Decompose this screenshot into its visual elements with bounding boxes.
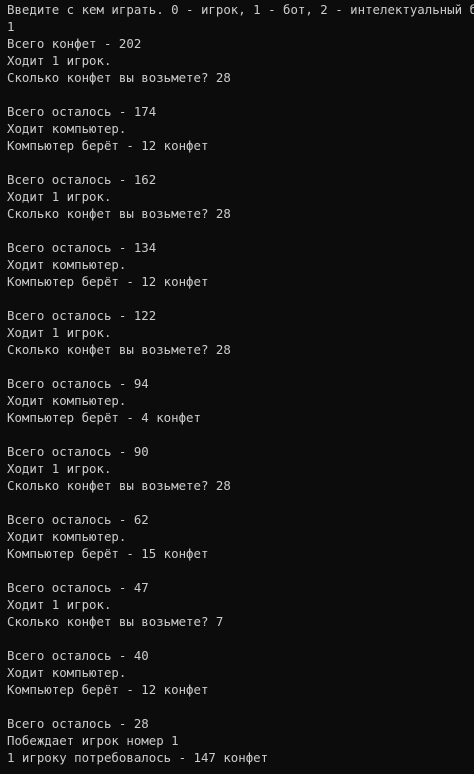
console-line: Сколько конфет вы возьмете? 28 [7,70,231,85]
console-line: Всего осталось - 122 [7,308,157,323]
console-line: Компьютер берёт - 4 конфет [7,410,201,425]
console-line: Всего осталось - 28 [7,716,149,731]
console-line: Ходит 1 игрок. [7,325,112,340]
console-line: Ходит 1 игрок. [7,53,112,68]
console-line: Ходит 1 игрок. [7,461,112,476]
console-line: Сколько конфет вы возьмете? 28 [7,342,231,357]
console-line: Компьютер берёт - 12 конфет [7,274,209,289]
console-line: Сколько конфет вы возьмете? 28 [7,478,231,493]
console-line: Ходит 1 игрок. [7,189,112,204]
console-line: Всего осталось - 134 [7,240,157,255]
console-line: 1 [7,19,15,34]
console-line: Компьютер берёт - 15 конфет [7,546,209,561]
console-line: Всего осталось - 62 [7,512,149,527]
console-line: Ходит компьютер. [7,665,127,680]
console-line: Ходит 1 игрок. [7,597,112,612]
console-line: Ходит компьютер. [7,393,127,408]
console-line: Всего осталось - 90 [7,444,149,459]
console-line: Всего конфет - 202 [7,36,142,51]
console-line: Компьютер берёт - 12 конфет [7,682,209,697]
console-line: Всего осталось - 174 [7,104,157,119]
console-line: Всего осталось - 47 [7,580,149,595]
console-line: Введите с кем играть. 0 - игрок, 1 - бот… [7,2,474,17]
console-output: Введите с кем играть. 0 - игрок, 1 - бот… [7,1,474,766]
console-line: Ходит компьютер. [7,121,127,136]
console-line: Сколько конфет вы возьмете? 7 [7,614,224,629]
console-line: Ходит компьютер. [7,529,127,544]
console-line: Всего осталось - 94 [7,376,149,391]
console-line: Побеждает игрок номер 1 [7,733,179,748]
console-line: 1 игроку потребовалось - 147 конфет [7,750,269,765]
console-line: Компьютер берёт - 12 конфет [7,138,209,153]
console-line: Всего осталось - 40 [7,648,149,663]
console-line: Ходит компьютер. [7,257,127,272]
console-line: Всего осталось - 162 [7,172,157,187]
console-line: Сколько конфет вы возьмете? 28 [7,206,231,221]
console-window[interactable]: Введите с кем играть. 0 - игрок, 1 - бот… [0,0,474,774]
